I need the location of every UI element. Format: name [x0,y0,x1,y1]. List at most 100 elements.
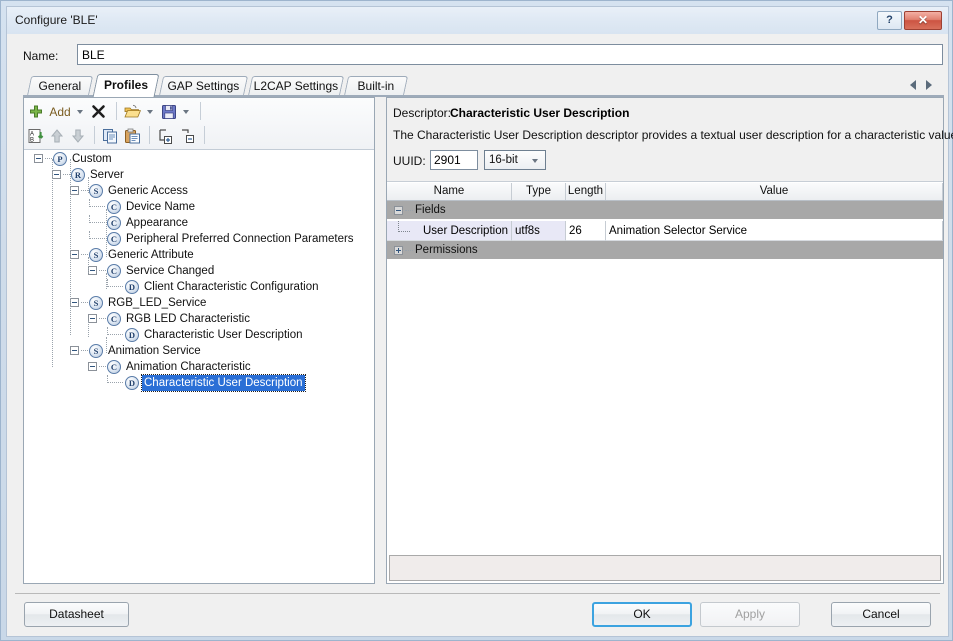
collapse-minus-icon[interactable] [394,206,403,215]
node-type-s-icon: S [89,296,103,310]
tree-node-label: Characteristic User Description [144,329,303,341]
collapse-minus-icon[interactable] [88,266,97,275]
cancel-button[interactable]: Cancel [831,602,931,627]
tree-node[interactable]: S Generic Access [24,183,374,199]
toolbar-separator [149,126,151,144]
tab-label: General [38,79,82,93]
table-row[interactable]: User Description utf8s 26 Animation Selecto… [387,221,943,241]
grid-cell-type[interactable]: utf8s [512,221,566,241]
uuid-input[interactable] [430,150,478,170]
tree-node[interactable]: R Server [24,167,374,183]
status-strip [389,555,941,581]
tree-node-label: Animation Service [108,345,201,357]
open-button[interactable] [124,100,156,122]
tree-connector [405,210,413,211]
grid-column-header[interactable]: Length [566,183,606,200]
tree-connector [89,215,90,223]
grid-cell-length[interactable]: 26 [566,221,606,241]
paste-icon [124,128,140,144]
tree-node[interactable]: C Service Changed [24,263,374,279]
node-type-c-icon: C [107,232,121,246]
collapse-all-button[interactable] [179,124,196,146]
node-type-c-icon: C [107,264,121,278]
collapse-minus-icon[interactable] [70,250,79,259]
uuid-format-dropdown[interactable]: 16-bit [484,150,546,170]
expand-all-button[interactable] [157,124,174,146]
svg-text:B: B [30,137,34,143]
tree-connector [106,273,107,289]
uuid-format-value: 16-bit [489,154,518,166]
rename-button[interactable]: A B [28,124,45,146]
tree-node[interactable]: C Animation Characteristic [24,359,374,375]
tab-built-in[interactable]: Built-in [343,76,409,96]
tree-node[interactable]: S RGB_LED_Service [24,295,374,311]
tree-node[interactable]: P Custom [24,151,374,167]
collapse-minus-icon[interactable] [52,170,61,179]
tree-node[interactable]: C Appearance [24,215,374,231]
grid-group-row[interactable]: Permissions [387,241,943,260]
node-type-c-icon: C [107,216,121,230]
collapse-minus-icon[interactable] [70,298,79,307]
copy-button[interactable] [102,124,119,146]
tree-connector [88,321,89,337]
tree-connector [106,209,107,257]
chevron-down-icon[interactable] [147,109,154,114]
collapse-minus-icon[interactable] [70,346,79,355]
tab-general[interactable]: General [26,76,94,96]
datasheet-button[interactable]: Datasheet [24,602,129,627]
move-up-button[interactable] [49,124,65,146]
expand-plus-icon[interactable] [394,246,403,255]
tree-node[interactable]: S Animation Service [24,343,374,359]
close-button[interactable]: ✕ [904,11,942,30]
collapse-minus-icon[interactable] [70,186,79,195]
grid-column-header[interactable]: Name [387,183,512,200]
tree-node[interactable]: D Client Characteristic Configuration [24,279,374,295]
tree-connector [99,366,106,367]
save-button[interactable] [161,100,192,122]
tab-gap-settings[interactable]: GAP Settings [158,76,249,96]
paste-button[interactable] [124,124,141,146]
tab-label: Built-in [357,79,395,93]
tree-node-label: Client Characteristic Configuration [144,281,319,293]
grid-cell-text: User Description [423,225,508,237]
toolbar-separator [94,126,96,144]
tree-node[interactable]: D Characteristic User Description [24,327,374,343]
tab-profiles[interactable]: Profiles [92,74,160,97]
tree-connector [405,250,413,251]
grid-group-row[interactable]: Fields [387,201,943,220]
grid-column-header[interactable]: Type [512,183,566,200]
tree-node[interactable]: C Peripheral Preferred Connection Paramet… [24,231,374,247]
add-button[interactable]: Add [28,100,86,122]
collapse-minus-icon[interactable] [88,362,97,371]
help-button[interactable]: ? [877,11,902,30]
triangle-left-icon[interactable] [910,80,916,90]
profile-tree[interactable]: P Custom R Server S Generic Access C Device Nam… [24,151,374,583]
tree-node[interactable]: C Device Name [24,199,374,215]
ok-button[interactable]: OK [592,602,692,627]
toolbar-separator [115,102,117,120]
tree-node[interactable]: D Characteristic User Description [24,374,374,392]
tree-node[interactable]: S Generic Attribute [24,247,374,263]
tab-scroll-arrows [906,76,940,94]
fields-grid[interactable]: Name Type Length Value Fields User Descripti… [387,183,943,555]
grid-column-header[interactable]: Value [606,183,943,200]
grid-cell-value[interactable]: Animation Selector Service [606,221,943,241]
chevron-down-icon[interactable] [77,109,84,114]
grid-cell-name[interactable]: User Description [387,221,512,241]
tree-node-label: RGB LED Characteristic [126,313,250,325]
collapse-minus-icon[interactable] [34,154,43,163]
tab-l2cap-settings[interactable]: L2CAP Settings [247,76,345,96]
node-type-d-icon: D [125,376,139,390]
collapse-minus-icon[interactable] [88,314,97,323]
tree-connector [89,199,90,207]
node-type-p-icon: P [53,152,67,166]
move-down-button[interactable] [70,124,86,146]
tree-node[interactable]: C RGB LED Characteristic [24,311,374,327]
triangle-right-icon[interactable] [926,80,932,90]
node-type-c-icon: C [107,360,121,374]
panel-splitter[interactable] [377,97,385,584]
chevron-down-icon[interactable] [183,109,190,114]
delete-button[interactable] [90,100,107,122]
grid-header-row: Name Type Length Value [387,183,943,201]
name-input[interactable] [77,44,943,65]
